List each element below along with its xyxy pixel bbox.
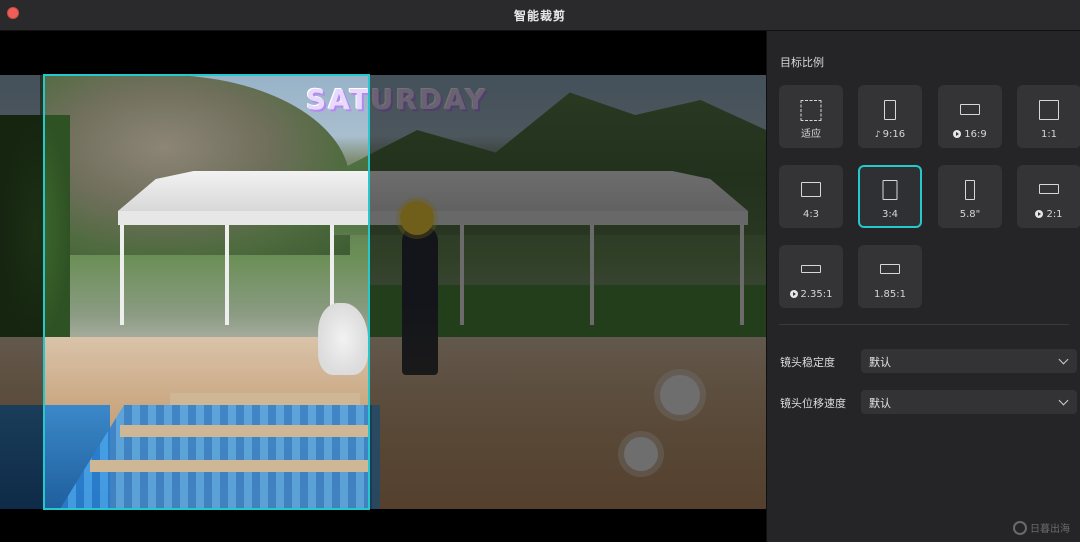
- settings-panel: 目标比例 适应 ♪ 9:16 16:9 1:1 4:3 3:4 5.8" 2:1…: [766, 31, 1080, 542]
- wide-2-1-icon: [1039, 184, 1059, 194]
- portrait-3-4-icon: [882, 180, 898, 200]
- tiktok-icon: ♪: [874, 130, 881, 140]
- ratio-16-9-button[interactable]: 16:9: [938, 85, 1002, 148]
- ratio-3-4-button[interactable]: 3:4: [858, 165, 922, 228]
- ratio-label: 2:1: [1017, 209, 1080, 220]
- ratio-2-1-label: 2:1: [1046, 209, 1063, 220]
- fit-dashed-icon: [800, 100, 822, 121]
- chevron-down-icon: [1058, 395, 1069, 406]
- ratio-2-35-1-label: 2.35:1: [800, 289, 833, 300]
- youtube-play-icon: [789, 290, 798, 298]
- ratio-label: 3:4: [860, 209, 920, 220]
- ratio-fit-button[interactable]: 适应: [779, 85, 843, 148]
- ratio-label: 5.8": [938, 209, 1002, 220]
- ratio-1-85-1-label: 1.85:1: [874, 289, 906, 300]
- ratio-label: 4:3: [779, 209, 843, 220]
- pan-speed-select[interactable]: 默认: [861, 390, 1077, 414]
- ratio-9-16-button[interactable]: ♪ 9:16: [858, 85, 922, 148]
- ratio-2-1-button[interactable]: 2:1: [1017, 165, 1080, 228]
- landscape-16-9-icon: [960, 104, 980, 115]
- square-1-1-icon: [1039, 100, 1059, 120]
- divider: [779, 324, 1069, 325]
- landscape-4-3-icon: [801, 182, 821, 197]
- phone-5-8-icon: [965, 180, 975, 200]
- title-bar: 智能裁剪: [0, 0, 1080, 31]
- ratio-1-1-button[interactable]: 1:1: [1017, 85, 1080, 148]
- ratio-9-16-label: 9:16: [882, 129, 906, 140]
- youtube-play-icon: [953, 130, 962, 138]
- crop-mask-left: [0, 75, 44, 509]
- watermark: 日暮出海: [1013, 520, 1070, 535]
- stabilization-value: 默认: [869, 356, 891, 369]
- crop-frame[interactable]: [43, 74, 370, 510]
- ratio-label: 适应: [779, 125, 843, 140]
- stabilization-select[interactable]: 默认: [861, 349, 1077, 373]
- cinema-2-35-1-icon: [801, 265, 821, 273]
- pan-speed-value: 默认: [869, 397, 891, 410]
- ratio-label: ♪ 9:16: [858, 129, 922, 140]
- watermark-text: 日暮出海: [1030, 524, 1070, 535]
- cinema-1-85-1-icon: [880, 264, 900, 274]
- pan-speed-label: 镜头位移速度: [780, 397, 846, 410]
- crop-mask-right: [369, 75, 766, 509]
- stabilization-label: 镜头稳定度: [780, 356, 835, 369]
- ratio-1-85-1-button[interactable]: 1.85:1: [858, 245, 922, 308]
- ratio-5-8-label: 5.8": [959, 209, 981, 220]
- ratio-label: 1.85:1: [858, 289, 922, 300]
- ratio-5-8-button[interactable]: 5.8": [938, 165, 1002, 228]
- portrait-9-16-icon: [884, 100, 896, 120]
- target-ratio-label: 目标比例: [780, 56, 824, 69]
- video-preview: SATURDAY: [0, 31, 766, 542]
- ratio-2-35-1-button[interactable]: 2.35:1: [779, 245, 843, 308]
- ratio-1-1-label: 1:1: [1040, 129, 1058, 140]
- ratio-4-3-label: 4:3: [802, 209, 820, 220]
- ratio-label: 2.35:1: [779, 289, 843, 300]
- ratio-label: 16:9: [938, 129, 1002, 140]
- chevron-down-icon: [1058, 354, 1069, 365]
- window-title: 智能裁剪: [513, 9, 566, 23]
- ratio-16-9-label: 16:9: [964, 129, 987, 140]
- youtube-play-icon: [1035, 210, 1044, 218]
- ratio-label: 1:1: [1017, 129, 1080, 140]
- watermark-logo-icon: [1013, 521, 1027, 535]
- ratio-4-3-button[interactable]: 4:3: [779, 165, 843, 228]
- ratio-fit-label: 适应: [801, 129, 821, 140]
- ratio-3-4-label: 3:4: [881, 209, 899, 220]
